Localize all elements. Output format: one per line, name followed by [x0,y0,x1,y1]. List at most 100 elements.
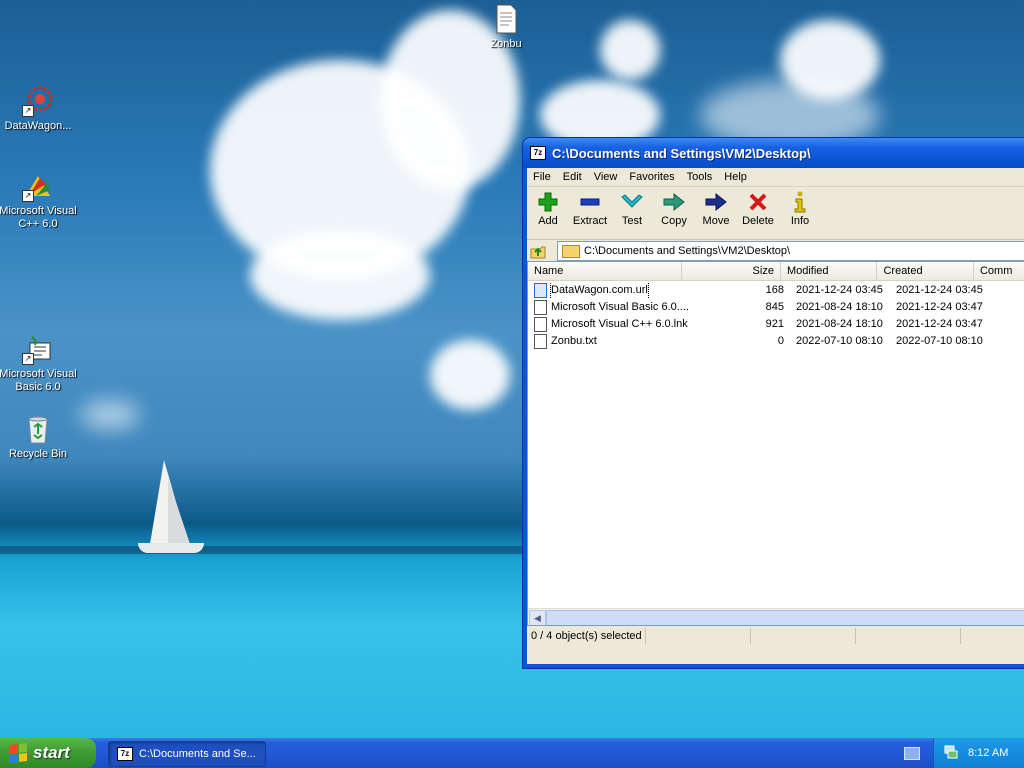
menu-edit[interactable]: Edit [557,171,588,183]
taskbar-button-label: C:\Documents and Se... [139,748,256,760]
cloud [250,230,430,320]
taskbar-button-file-manager[interactable]: 7z C:\Documents and Se... [108,741,266,767]
file-size: 921 [765,318,784,330]
check-icon [611,191,653,213]
status-panel [856,628,961,644]
move-label: Move [702,215,730,227]
address-field[interactable]: C:\Documents and Settings\VM2\Desktop\ [557,241,1024,261]
delete-x-icon [737,191,779,213]
cloud [80,400,140,430]
sailboat-hull [138,543,204,553]
visual-cpp-icon: ↗ [22,170,54,202]
desktop-icon-datawagon[interactable]: ↗ DataWagon... [0,85,78,133]
7zip-app-icon: 7z [117,747,133,761]
recycle-bin-icon [22,413,54,445]
text-file-icon [534,334,547,349]
desktop-icon-zonbu[interactable]: Zonbu [466,3,546,51]
desktop-icon-label: Microsoft Visual Basic 6.0 [0,368,77,393]
column-header-comment[interactable]: Comm [974,262,1024,280]
column-header-size[interactable]: Size [682,262,781,280]
toolbar: Add Extract Test Copy Move Delete Info [527,187,1024,240]
address-bar: C:\Documents and Settings\VM2\Desktop\ [527,240,1024,263]
file-modified: 2022-07-10 08:10 [796,335,883,347]
copy-button[interactable]: Copy [653,191,695,227]
desktop-icon-label: Microsoft Visual C++ 6.0 [0,205,77,230]
windows-flag-icon [9,743,27,763]
sailboat-jib [168,478,190,544]
move-arrow-icon [695,191,737,213]
desktop-icon-label: Zonbu [490,38,522,50]
cloud [600,20,660,80]
file-created: 2021-12-24 03:45 [896,284,983,296]
shortcut-arrow-icon: ↗ [22,190,34,202]
file-name: Zonbu.txt [551,335,597,347]
status-panel [646,628,751,644]
file-row[interactable]: Microsoft Visual C++ 6.0.lnk 921 2021-08… [528,316,1024,333]
file-size: 845 [765,301,784,313]
shortcut-arrow-icon: ↗ [22,353,34,365]
shortcut-file-icon [534,317,547,332]
test-button[interactable]: Test [611,191,653,227]
start-button[interactable]: start [0,738,96,768]
info-label: Info [790,215,810,227]
column-header-created[interactable]: Created [877,262,974,280]
menu-favorites[interactable]: Favorites [623,171,680,183]
status-panel [751,628,856,644]
column-header-name[interactable]: Name [528,262,683,280]
window-titlebar[interactable]: 7z C:\Documents and Settings\VM2\Desktop… [523,138,1024,168]
file-row[interactable]: Microsoft Visual Basic 6.0.... 845 2021-… [528,299,1024,316]
test-label: Test [621,215,643,227]
plus-icon [527,191,569,213]
window-title: C:\Documents and Settings\VM2\Desktop\ [552,145,811,161]
file-row[interactable]: Zonbu.txt 0 2022-07-10 08:10 2022-07-10 … [528,333,1024,350]
text-file-icon [490,3,522,35]
shortcut-arrow-icon: ↗ [22,105,34,117]
system-tray: 8:12 AM [933,738,1024,768]
file-created: 2022-07-10 08:10 [896,335,983,347]
desktop-icon-visual-cpp[interactable]: ↗ Microsoft Visual C++ 6.0 [0,170,78,231]
visual-basic-icon: ↗ [22,333,54,365]
7zip-app-icon: 7z [530,146,546,160]
add-button[interactable]: Add [527,191,569,227]
cloud [430,340,510,410]
file-name: DataWagon.com.url [550,282,649,299]
up-folder-button[interactable] [527,241,549,261]
desktop-icon-recycle-bin[interactable]: Recycle Bin [0,413,78,461]
file-modified: 2021-08-24 18:10 [796,301,883,313]
datawagon-icon: ↗ [22,85,54,117]
file-list: Name Size Modified Created Comm DataWago… [527,261,1024,626]
horizontal-scrollbar[interactable]: ◀ [528,608,1024,625]
desktop-icon-visual-basic[interactable]: ↗ Microsoft Visual Basic 6.0 [0,333,78,394]
desktop-icon-label: Recycle Bin [8,448,68,460]
info-button[interactable]: Info [779,191,821,227]
network-icon[interactable] [944,745,958,762]
delete-label: Delete [742,215,774,227]
add-label: Add [538,215,558,227]
file-row[interactable]: DataWagon.com.url 168 2021-12-24 03:45 2… [528,282,1024,299]
shortcut-file-icon [534,300,547,315]
menu-tools[interactable]: Tools [681,171,719,183]
file-modified: 2021-12-24 03:45 [796,284,883,296]
url-file-icon [534,283,547,298]
up-folder-icon [530,246,546,259]
menu-file[interactable]: File [527,171,557,183]
menu-bar: File Edit View Favorites Tools Help [527,168,1024,187]
copy-label: Copy [661,215,687,227]
minus-icon [569,191,611,213]
scrollbar-thumb[interactable] [546,610,1024,625]
copy-arrow-icon [653,191,695,213]
move-button[interactable]: Move [695,191,737,227]
address-text: C:\Documents and Settings\VM2\Desktop\ [584,245,791,257]
keyboard-icon[interactable] [904,747,920,760]
column-header-modified[interactable]: Modified [781,262,878,280]
menu-view[interactable]: View [588,171,624,183]
scroll-left-button[interactable]: ◀ [529,610,546,625]
extract-button[interactable]: Extract [569,191,611,227]
clock[interactable]: 8:12 AM [968,747,1008,759]
menu-help[interactable]: Help [718,171,753,183]
list-header: Name Size Modified Created Comm [528,262,1024,281]
info-icon [779,191,821,213]
desktop-icon-label: DataWagon... [4,120,72,132]
delete-button[interactable]: Delete [737,191,779,227]
file-modified: 2021-08-24 18:10 [796,318,883,330]
